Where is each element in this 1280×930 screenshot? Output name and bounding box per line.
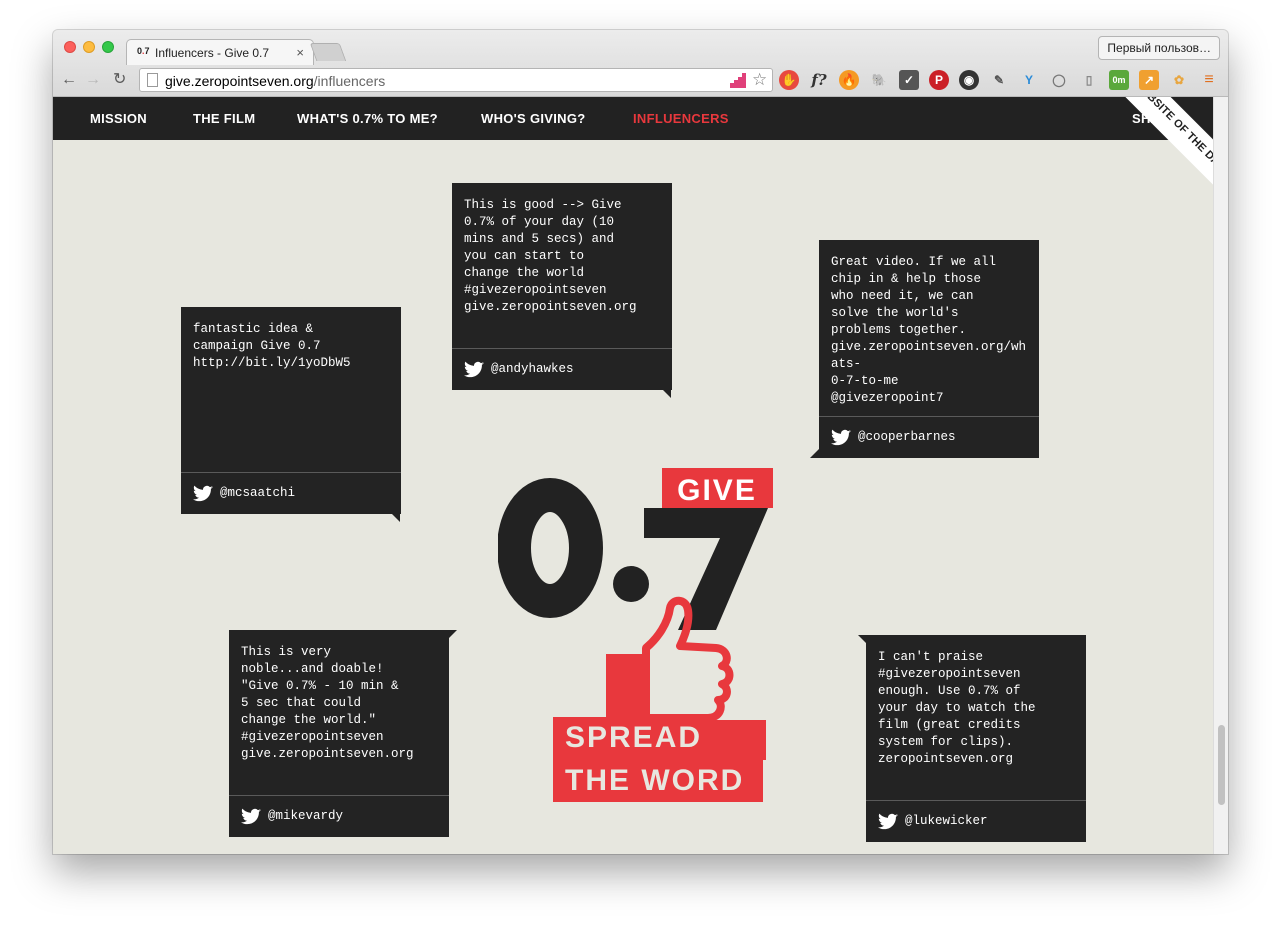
url-host: give.zeropointseven.org — [165, 73, 314, 89]
nav-mission[interactable]: MISSION — [90, 111, 147, 126]
tweet-tail — [858, 635, 867, 644]
tweet-tail — [662, 389, 671, 398]
tweet-card: fantastic idea & campaign Give 0.7 http:… — [181, 307, 401, 514]
tweet-tail — [810, 449, 819, 458]
refresh-extension-icon[interactable]: ◯ — [1049, 70, 1069, 90]
twitter-icon[interactable] — [831, 429, 851, 447]
tweet-text: Great video. If we all chip in & help th… — [831, 255, 1027, 405]
the-word-label-box: THE WORD — [553, 759, 763, 802]
logo-zero-shape — [498, 478, 603, 618]
tweet-footer: @mikevardy — [229, 795, 449, 837]
menu-icon[interactable]: ≡ — [1199, 70, 1219, 90]
site-navigation: MISSION THE FILM WHAT'S 0.7% TO ME? WHO'… — [53, 97, 1213, 140]
eyedropper-icon[interactable]: ✎ — [989, 70, 1009, 90]
close-window-button[interactable] — [64, 41, 76, 53]
stairs-extension-icon[interactable] — [730, 73, 746, 88]
address-bar[interactable]: give.zeropointseven.org/influencers ☆ — [139, 68, 773, 92]
tab-title: Influencers - Give 0.7 — [155, 46, 270, 60]
twitter-icon[interactable] — [464, 361, 484, 379]
spread-text: SPREAD — [565, 721, 703, 754]
nav-whats-07-to-me[interactable]: WHAT'S 0.7% TO ME? — [297, 111, 438, 126]
browser-window: 0.7 Influencers - Give 0.7 × Первый поль… — [53, 30, 1228, 854]
tweet-tail — [391, 513, 400, 522]
tweet-handle[interactable]: @mcsaatchi — [220, 486, 295, 500]
browser-tab[interactable]: 0.7 Influencers - Give 0.7 × — [126, 39, 314, 65]
twitter-icon[interactable] — [193, 485, 213, 503]
nav-influencers[interactable]: INFLUENCERS — [633, 111, 729, 126]
minimize-window-button[interactable] — [83, 41, 95, 53]
tweet-handle[interactable]: @cooperbarnes — [858, 430, 956, 444]
reload-icon[interactable]: ↻ — [113, 70, 126, 90]
tweet-card: I can't praise #givezeropointseven enoug… — [866, 635, 1086, 842]
thumb-cuff-shape — [606, 654, 646, 718]
twitter-icon[interactable] — [241, 808, 261, 826]
color-wheel-icon[interactable]: ◉ — [959, 70, 979, 90]
tweet-footer: @andyhawkes — [452, 348, 672, 390]
tweet-tail — [448, 630, 457, 639]
new-tab-button[interactable] — [309, 43, 347, 61]
url-text[interactable]: give.zeropointseven.org/influencers — [165, 73, 385, 89]
nav-the-film[interactable]: THE FILM — [193, 111, 255, 126]
pocket-icon[interactable]: ✓ — [899, 70, 919, 90]
browser-toolbar: 0.7 Influencers - Give 0.7 × Первый поль… — [53, 30, 1228, 97]
logo-dot-shape — [613, 566, 649, 602]
tab-favicon-icon: 0.7 — [137, 46, 150, 56]
nav-whos-giving[interactable]: WHO'S GIVING? — [481, 111, 586, 126]
logo-seven-shape — [644, 508, 768, 630]
page-scrollbar[interactable] — [1213, 97, 1228, 854]
tweet-footer: @lukewicker — [866, 800, 1086, 842]
tweet-text: This is good --> Give 0.7% of your day (… — [464, 198, 637, 314]
tweet-card: This is very noble...and doable! "Give 0… — [229, 630, 449, 837]
fire-icon[interactable]: 🔥 — [839, 70, 859, 90]
back-icon[interactable]: ← — [61, 70, 77, 90]
twitter-icon[interactable] — [878, 813, 898, 831]
profile-button[interactable]: Первый пользов… — [1098, 36, 1220, 60]
tweet-handle[interactable]: @mikevardy — [268, 809, 343, 823]
tweet-text: I can't praise #givezeropointseven enoug… — [878, 650, 1036, 766]
url-path: /influencers — [313, 73, 386, 89]
chart-extension-icon[interactable]: ↗ — [1139, 70, 1159, 90]
tweet-handle[interactable]: @lukewicker — [905, 814, 988, 828]
forward-icon[interactable]: → — [85, 70, 101, 90]
pinterest-icon[interactable]: P — [929, 70, 949, 90]
font-finder-icon[interactable]: f? — [809, 70, 829, 90]
tweet-card: This is good --> Give 0.7% of your day (… — [452, 183, 672, 390]
the-word-text: THE WORD — [565, 764, 745, 797]
tweet-footer: @mcsaatchi — [181, 472, 401, 514]
logo-give-text: GIVE — [677, 474, 757, 507]
y-extension-icon[interactable]: Y — [1019, 70, 1039, 90]
tab-close-icon[interactable]: × — [296, 45, 304, 60]
page-content: MISSION THE FILM WHAT'S 0.7% TO ME? WHO'… — [53, 97, 1213, 854]
tweet-card: Great video. If we all chip in & help th… — [819, 240, 1039, 458]
timer-extension-icon[interactable]: 0m — [1109, 70, 1129, 90]
tweet-text: This is very noble...and doable! "Give 0… — [241, 645, 414, 761]
evernote-icon[interactable]: 🐘 — [869, 70, 889, 90]
tweet-handle[interactable]: @andyhawkes — [491, 362, 574, 376]
tweet-text: fantastic idea & campaign Give 0.7 http:… — [193, 322, 351, 370]
bookmark-star-icon[interactable]: ☆ — [752, 70, 767, 90]
spread-label-box: SPREAD — [553, 717, 713, 759]
adblock-icon[interactable]: ✋ — [779, 70, 799, 90]
maximize-window-button[interactable] — [102, 41, 114, 53]
scrollbar-thumb[interactable] — [1218, 725, 1225, 805]
page-icon — [147, 73, 158, 87]
paw-icon[interactable]: ✿ — [1169, 70, 1189, 90]
tweet-footer: @cooperbarnes — [819, 416, 1039, 458]
reader-icon[interactable]: ▯ — [1079, 70, 1099, 90]
